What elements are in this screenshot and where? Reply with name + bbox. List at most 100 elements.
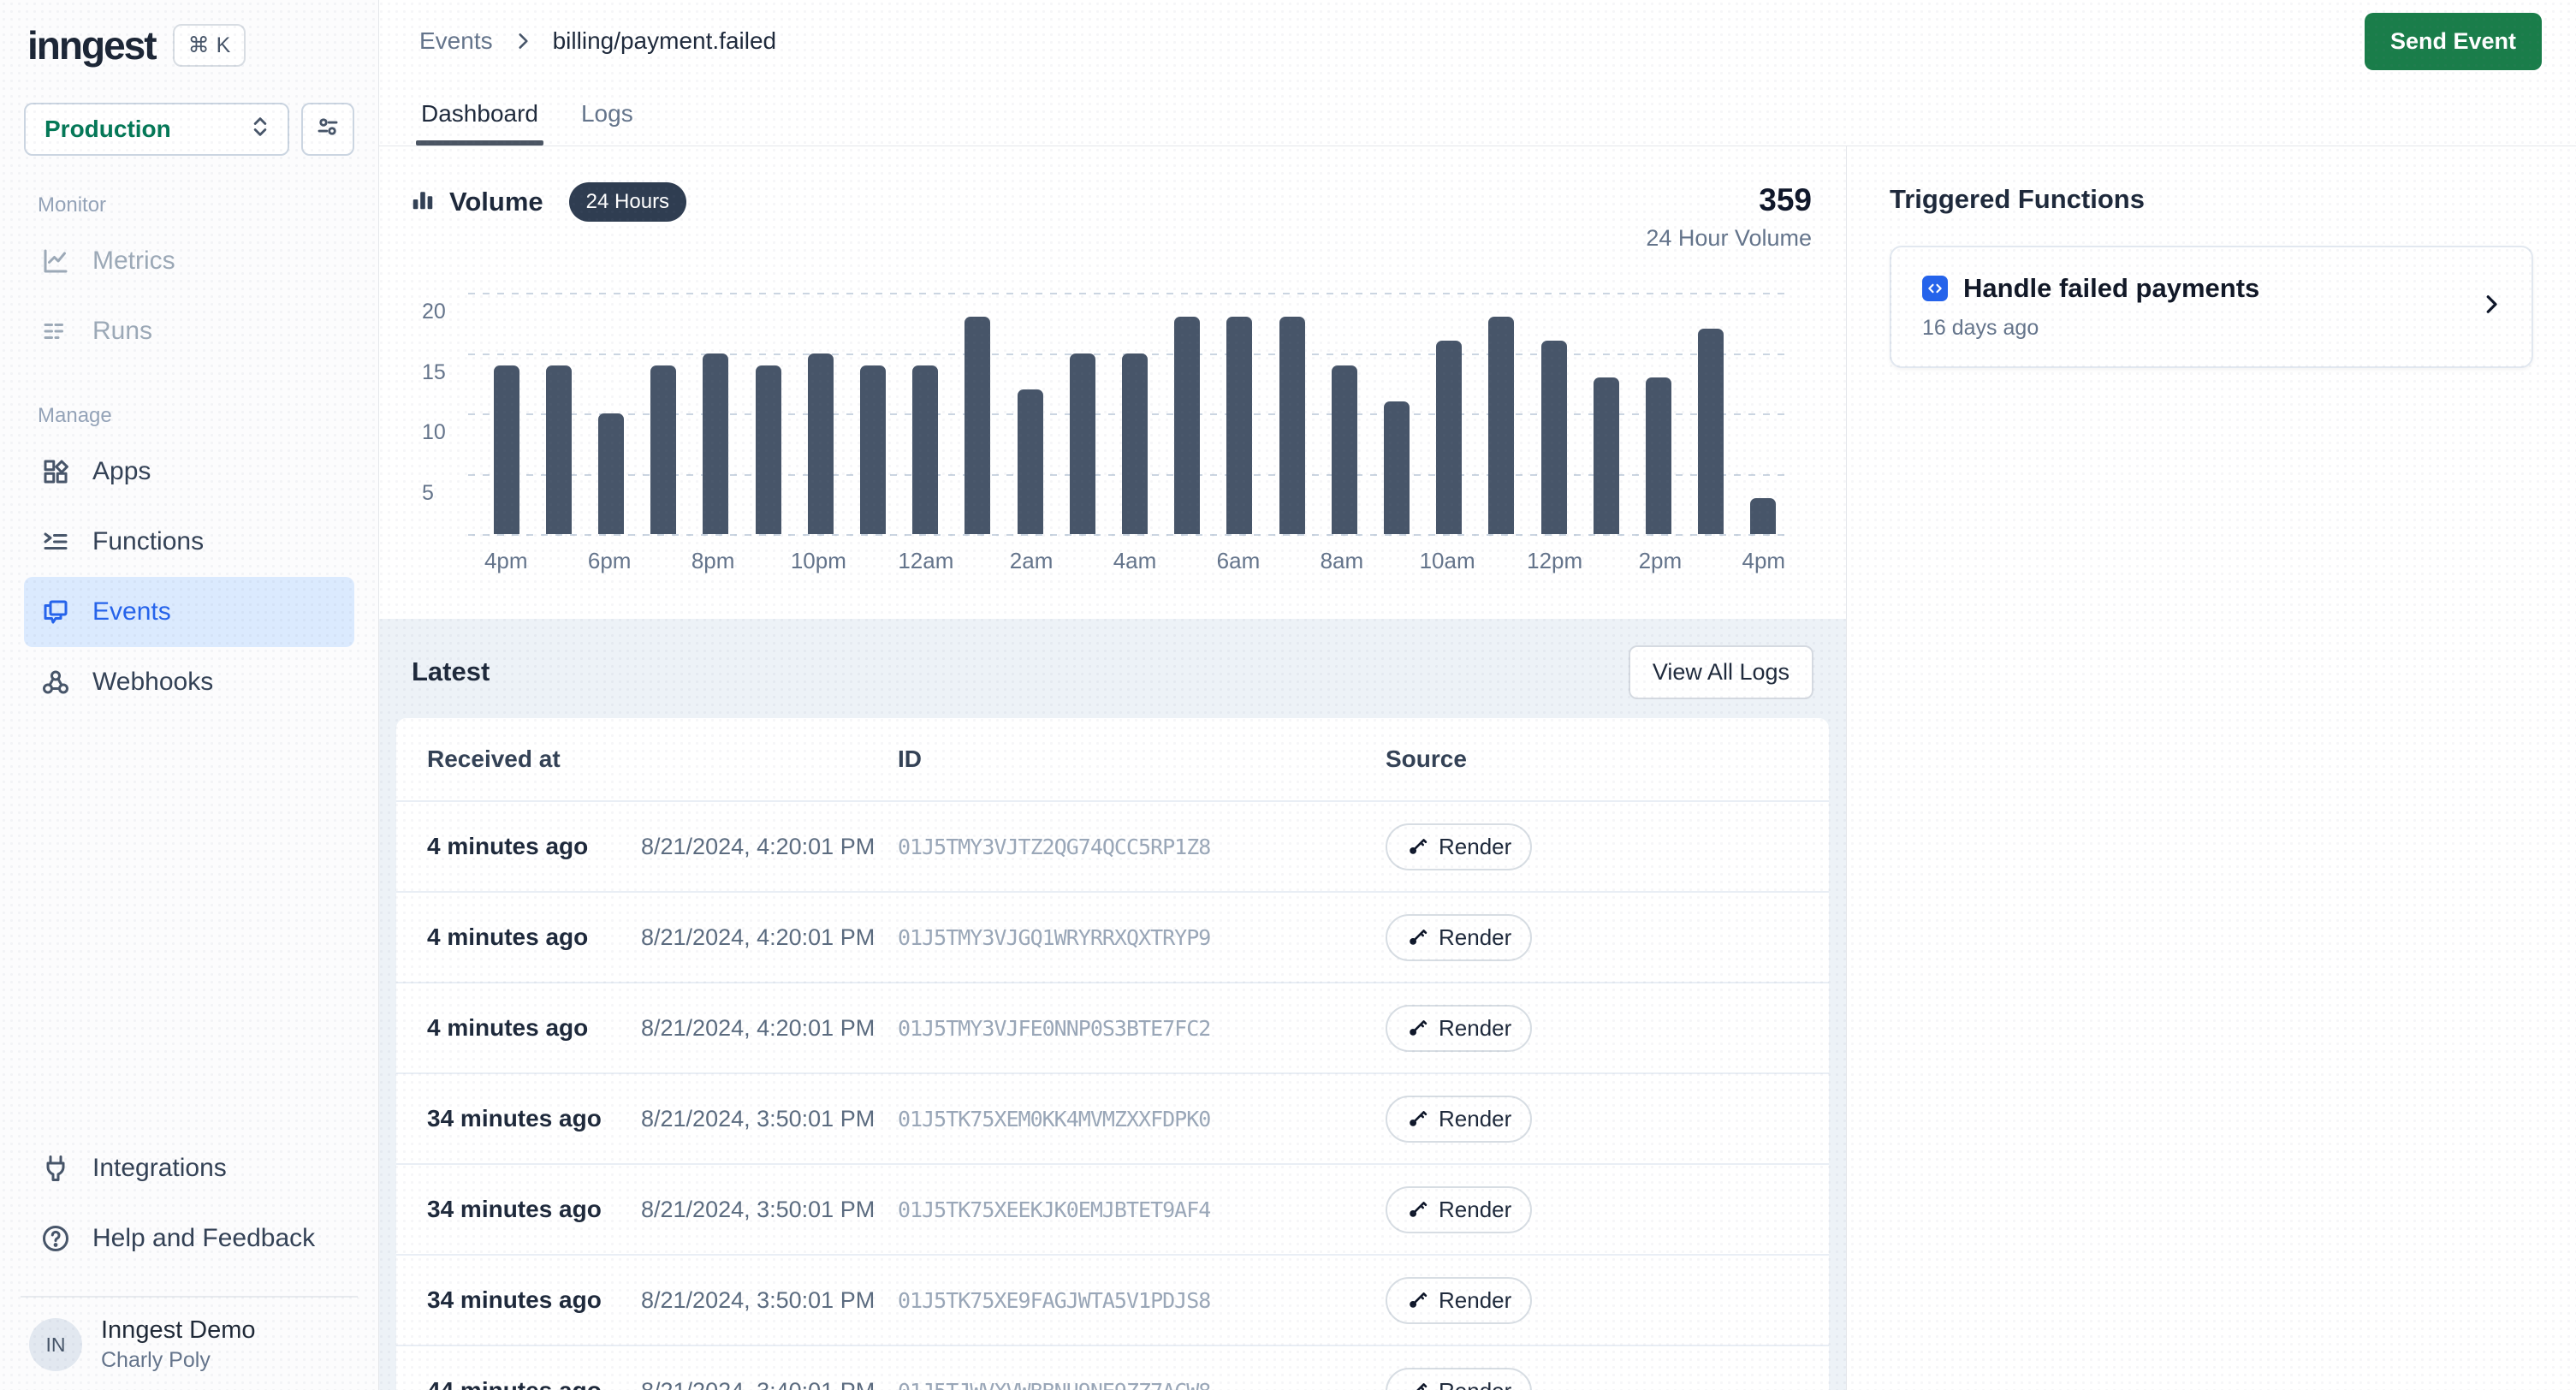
sidebar: inngest ⌘ K Production Monitor Metrics R… [0,0,379,1390]
sidebar-item-label: Apps [92,457,151,486]
bar-slot [952,293,1004,534]
table-row[interactable]: 4 minutes ago 8/21/2024, 4:20:01 PM 01J5… [396,893,1829,983]
bar-slot [1423,293,1475,534]
breadcrumb-events-link[interactable]: Events [419,27,493,55]
environment-settings-button[interactable] [301,103,354,156]
tab-logs[interactable]: Logs [579,82,635,146]
table-row[interactable]: 4 minutes ago 8/21/2024, 4:20:01 PM 01J5… [396,983,1829,1074]
sidebar-item-integrations[interactable]: Integrations [24,1133,354,1203]
bar [494,365,519,534]
environment-selector[interactable]: Production [24,103,289,156]
source-badge[interactable]: Render [1386,1368,1532,1390]
sidebar-item-metrics[interactable]: Metrics [24,226,354,296]
bar-slot [638,293,690,534]
bar [1698,329,1724,534]
received-relative: 34 minutes ago [427,1286,641,1314]
source-badge[interactable]: Render [1386,823,1532,870]
bar [1436,341,1462,534]
table-row[interactable]: 4 minutes ago 8/21/2024, 4:20:01 PM 01J5… [396,802,1829,893]
x-axis-tick: 4pm [1738,548,1790,574]
nav-section-manage: Manage [38,404,354,428]
inngest-logo[interactable]: inngest [27,22,156,68]
plug-icon [39,1153,72,1184]
bar [1646,377,1671,534]
x-axis-tick: 12am [898,548,953,574]
bar-slot [846,293,899,534]
x-axis-tick [1582,548,1634,574]
received-relative: 4 minutes ago [427,833,641,860]
received-relative: 4 minutes ago [427,924,641,951]
table-row[interactable]: 34 minutes ago 8/21/2024, 3:50:01 PM 01J… [396,1074,1829,1165]
event-id: 01J5TK75XEEKJK0EMJBTET9AF4 [898,1197,1386,1222]
source-badge[interactable]: Render [1386,1277,1532,1324]
table-row[interactable]: 34 minutes ago 8/21/2024, 3:50:01 PM 01J… [396,1165,1829,1256]
sidebar-item-runs[interactable]: Runs [24,296,354,366]
bar-slot [1737,293,1790,534]
bar-slot [480,293,532,534]
x-axis-tick [1264,548,1315,574]
account-menu[interactable]: IN Inngest Demo Charly Poly [24,1316,354,1373]
bar-slot [690,293,742,534]
x-axis-tick: 6am [1213,548,1264,574]
events-copy-icon [39,597,72,627]
sidebar-item-events[interactable]: Events [24,577,354,647]
source-badge[interactable]: Render [1386,1005,1532,1052]
bar [756,365,781,534]
x-axis-tick: 2pm [1635,548,1686,574]
source-badge[interactable]: Render [1386,1096,1532,1143]
received-timestamp: 8/21/2024, 4:20:01 PM [641,1015,898,1042]
x-axis-tick: 10am [1420,548,1475,574]
command-key: K [217,33,231,58]
function-card[interactable]: Handle failed payments 16 days ago [1890,246,2533,368]
bar [1226,317,1252,534]
tab-dashboard[interactable]: Dashboard [419,82,540,146]
table-row[interactable]: 44 minutes ago 8/21/2024, 3:40:01 PM 01J… [396,1346,1829,1390]
bar-slot [1685,293,1737,534]
source-badge[interactable]: Render [1386,914,1532,961]
sidebar-item-functions[interactable]: Functions [24,507,354,577]
bar-slot [1266,293,1318,534]
line-chart-icon [39,246,72,276]
account-org: Inngest Demo [101,1316,256,1345]
breadcrumb-current: billing/payment.failed [553,27,777,55]
sidebar-item-apps[interactable]: Apps [24,437,354,507]
bar [1070,353,1095,535]
column-id: ID [898,745,1386,773]
source-label: Render [1439,924,1511,951]
bar [1750,498,1776,534]
command-palette-shortcut[interactable]: ⌘ K [173,24,246,67]
avatar: IN [29,1318,82,1371]
bar [546,365,572,534]
topbar: Events billing/payment.failed Send Event [379,0,2576,82]
view-all-logs-button[interactable]: View All Logs [1629,645,1813,699]
bar [912,365,938,534]
command-icon: ⌘ [188,33,210,58]
source-badge[interactable]: Render [1386,1186,1532,1233]
sidebar-item-label: Webhooks [92,668,213,697]
bar-slot [742,293,794,534]
bar-slot [794,293,846,534]
range-badge[interactable]: 24 Hours [569,182,686,222]
x-axis-tick [1475,548,1527,574]
source-label: Render [1439,834,1511,860]
table-row[interactable]: 34 minutes ago 8/21/2024, 3:50:01 PM 01J… [396,1256,1829,1346]
bar [1541,341,1567,534]
bar-slot [1161,293,1214,534]
event-id: 01J5TMY3VJTZ2QG74QCC5RP1Z8 [898,835,1386,859]
bar-slot [1370,293,1422,534]
bar [650,365,676,534]
x-axis-tick [1686,548,1737,574]
source-label: Render [1439,1287,1511,1314]
sidebar-item-label: Functions [92,527,204,556]
bar [1122,353,1148,535]
source-label: Render [1439,1106,1511,1132]
sidebar-item-webhooks[interactable]: Webhooks [24,647,354,717]
received-timestamp: 8/21/2024, 3:50:01 PM [641,1106,898,1132]
bar-slot [1108,293,1160,534]
send-event-button[interactable]: Send Event [2365,13,2542,70]
sidebar-item-help[interactable]: Help and Feedback [24,1203,354,1274]
volume-chart-card: Volume 24 Hours 359 24 Hour Volume 20 [379,146,1846,619]
nav-section-monitor: Monitor [38,193,354,217]
received-relative: 34 minutes ago [427,1196,641,1223]
bar [1594,377,1619,534]
